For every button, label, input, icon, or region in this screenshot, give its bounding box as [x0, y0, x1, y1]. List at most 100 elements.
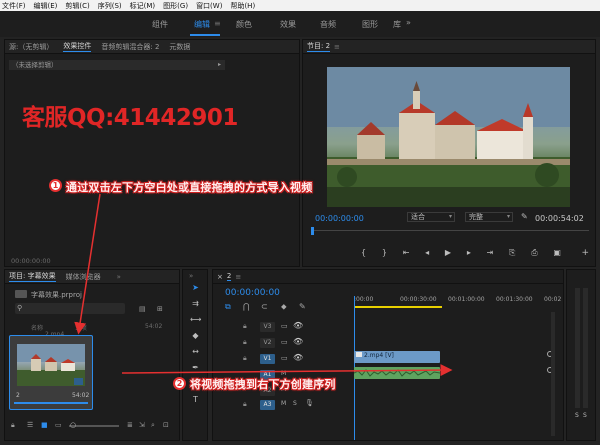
timeline-menu-icon[interactable]: ≡	[235, 273, 241, 281]
program-timecode-current[interactable]: 00:00:00:00	[315, 214, 364, 223]
tab-project[interactable]: 项目: 字幕效果	[9, 271, 56, 282]
eye-icon[interactable]: 👁︎	[293, 353, 303, 362]
menu-window[interactable]: 窗口(W)	[196, 1, 222, 11]
linked-selection-icon[interactable]: ⊂	[261, 302, 268, 311]
timeline-timecode[interactable]: 00:00:00:00	[225, 288, 280, 298]
zoom-slider-handle-icon[interactable]: ○	[70, 421, 76, 429]
track-label-v2[interactable]: V2	[260, 338, 275, 348]
new-bin-icon[interactable]: ▤	[139, 305, 146, 313]
thumb-scrub-bar[interactable]	[14, 402, 88, 404]
track-label-a3[interactable]: A3	[260, 400, 275, 410]
menu-marker[interactable]: 标记(M)	[130, 1, 156, 11]
play-icon[interactable]: ▶	[445, 248, 451, 260]
new-item-icon[interactable]: ⊡	[163, 421, 169, 429]
timeline-settings-icon[interactable]: ✎	[299, 302, 306, 311]
solo-icon[interactable]: S	[293, 400, 297, 407]
go-to-out-icon[interactable]: ⇥	[487, 248, 494, 260]
workspace-graphics[interactable]: 图形	[362, 19, 378, 30]
tab-audio-clip-mixer[interactable]: 音频剪辑混合器: 2	[101, 42, 159, 52]
add-button-icon[interactable]: +	[581, 248, 589, 258]
audio-clip[interactable]	[353, 367, 441, 379]
tab-effect-controls[interactable]: 效果控件	[63, 41, 92, 52]
type-tool-icon[interactable]: T	[190, 394, 201, 405]
program-scrubber[interactable]	[311, 230, 589, 233]
video-clip[interactable]: 2.mp4 [V]	[354, 351, 440, 363]
program-title[interactable]: 节目: 2	[307, 41, 331, 52]
ripple-edit-tool-icon[interactable]: ⟷	[190, 314, 201, 325]
sort-icon[interactable]: ≣	[127, 421, 133, 429]
freeform-view-icon[interactable]: ▭	[55, 421, 62, 429]
step-forward-icon[interactable]: ▸	[467, 248, 471, 260]
program-playhead[interactable]	[311, 227, 314, 235]
add-marker-icon[interactable]: ⬥	[281, 302, 287, 312]
automate-icon[interactable]: ⇲	[139, 421, 145, 429]
menu-graphics[interactable]: 图形(G)	[163, 1, 188, 11]
icon-view-icon[interactable]: ■	[41, 421, 48, 429]
timeline-vertical-scrollbar[interactable]	[551, 312, 555, 436]
find-footer-icon[interactable]: ⌕	[151, 421, 155, 430]
tools-overflow-icon[interactable]: »	[189, 272, 193, 280]
project-overflow-icon[interactable]: »	[117, 273, 121, 281]
wrench-icon[interactable]: ✎	[521, 212, 528, 221]
sync-lock-icon[interactable]: ▭	[281, 322, 288, 330]
razor-tool-icon[interactable]: ◆	[190, 330, 201, 341]
lock-icon[interactable]: 🔒︎	[243, 354, 247, 363]
tab-media-browser[interactable]: 媒体浏览器	[66, 272, 101, 282]
workspace-assembly[interactable]: 组件	[152, 19, 168, 30]
workspace-overflow-icon[interactable]: »	[406, 18, 411, 27]
go-to-in-icon[interactable]: ⇤	[403, 248, 410, 260]
lock-icon[interactable]: 🔒︎	[11, 421, 15, 430]
track-label-v3[interactable]: V3	[260, 322, 275, 332]
nest-icon[interactable]: ⧉	[225, 302, 231, 312]
lock-icon[interactable]: 🔒︎	[243, 338, 247, 347]
microphone-icon[interactable]: 🎙︎	[305, 399, 314, 407]
sync-lock-icon[interactable]: ▭	[281, 338, 288, 346]
project-clip-thumbnail[interactable]: 2 54:02	[9, 335, 93, 410]
program-quality-select[interactable]: 完整 ▾	[465, 212, 513, 222]
workspace-editing[interactable]: 编辑	[194, 19, 210, 30]
lock-icon[interactable]: 🔒︎	[243, 322, 247, 331]
overwrite-icon[interactable]: ⎙	[531, 248, 537, 260]
workspace-effects[interactable]: 效果	[280, 19, 296, 30]
track-select-tool-icon[interactable]: ⇉	[190, 298, 201, 309]
eye-icon[interactable]: 👁︎	[293, 321, 303, 330]
meter-solo-right[interactable]: S	[583, 412, 587, 419]
menu-sequence[interactable]: 序列(S)	[98, 1, 122, 11]
workspace-audio[interactable]: 音频	[320, 19, 336, 30]
menu-edit[interactable]: 编辑(E)	[34, 1, 58, 11]
project-search-input[interactable]: ⚲	[15, 303, 125, 314]
sync-lock-icon[interactable]: ▭	[281, 354, 288, 362]
pen-tool-icon[interactable]: ✒	[190, 362, 201, 373]
menu-help[interactable]: 帮助(H)	[230, 1, 255, 11]
mark-out-icon[interactable]: }	[382, 248, 387, 260]
mute-icon[interactable]: M	[281, 400, 286, 407]
program-menu-icon[interactable]: ≡	[334, 43, 340, 51]
slip-tool-icon[interactable]: ↔	[190, 346, 201, 357]
insert-icon[interactable]: ⎘	[509, 248, 515, 260]
timeline-ruler[interactable]: :00:00 00:00:30:00 00:01:00:00 00:01:30:…	[354, 296, 562, 310]
workspace-color[interactable]: 颜色	[236, 19, 252, 30]
lock-icon[interactable]: 🔒︎	[243, 400, 247, 409]
mark-in-icon[interactable]: {	[361, 248, 366, 260]
program-fit-select[interactable]: 适合 ▾	[407, 212, 455, 222]
track-label-v1[interactable]: V1	[260, 354, 275, 364]
tab-source[interactable]: 源:（无剪辑）	[9, 42, 53, 52]
export-frame-icon[interactable]: ▣	[553, 248, 561, 260]
snap-icon[interactable]: ⋂	[243, 302, 250, 311]
zoom-slider[interactable]	[69, 425, 119, 427]
timeline-close-icon[interactable]: ×	[217, 273, 223, 281]
find-icon[interactable]: ⊞	[157, 305, 163, 313]
work-area-bar[interactable]	[354, 306, 442, 308]
list-view-icon[interactable]: ☰	[27, 421, 33, 429]
tab-metadata[interactable]: 元数据	[169, 42, 190, 52]
meter-solo-left[interactable]: S	[575, 412, 579, 419]
step-back-icon[interactable]: ◂	[425, 248, 429, 260]
menu-clip[interactable]: 剪辑(C)	[65, 1, 89, 11]
timeline-sequence-tab[interactable]: 2	[226, 272, 232, 281]
eye-icon[interactable]: 👁︎	[293, 337, 303, 346]
selection-tool-icon[interactable]: ➤	[190, 282, 201, 293]
menu-file[interactable]: 文件(F)	[2, 1, 26, 11]
play-only-arrow-icon[interactable]: ▸	[218, 60, 221, 70]
workspace-menu-icon[interactable]: ≡	[214, 19, 221, 28]
workspace-libraries[interactable]: 库	[393, 19, 401, 30]
